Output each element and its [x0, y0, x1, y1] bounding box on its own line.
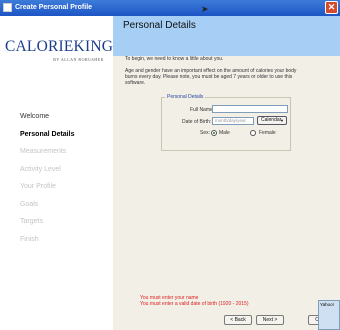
window-titlebar[interactable]: Create Personal Profile ✕ [0, 0, 340, 16]
window-title: Create Personal Profile [15, 4, 93, 11]
calendar-dropdown[interactable]: Calendar ▼ [257, 116, 287, 125]
wizard-sidebar: CALORIEKING BY ALLAN BORUSHEK Welcome Pe… [0, 16, 113, 330]
male-radio[interactable] [211, 130, 217, 136]
close-icon[interactable]: ✕ [325, 1, 338, 14]
validation-errors: You must enter your name You must enter … [140, 295, 249, 307]
personal-details-group: Personal Details Full Name: Date of Birt… [161, 94, 291, 151]
logo-wordmark: CALORIEKING [5, 38, 114, 55]
step-welcome: Welcome [20, 113, 50, 120]
step-finish: Finish [20, 235, 39, 243]
page-title: Personal Details [123, 20, 196, 31]
sex-label: Sex: [200, 130, 211, 136]
page-header: Personal Details [113, 16, 340, 56]
dob-input[interactable]: month/day/year [212, 117, 254, 125]
step-personal-details: Personal Details [20, 130, 75, 138]
calorieking-logo: CALORIEKING BY ALLAN BORUSHEK [5, 38, 114, 62]
full-name-input[interactable] [212, 105, 288, 113]
chevron-down-icon: ▼ [280, 118, 284, 123]
logo-subtitle: BY ALLAN BORUSHEK [53, 57, 104, 62]
full-name-label: Full Name: [190, 107, 215, 113]
error-dob: You must enter a valid date of birth (19… [140, 301, 249, 307]
wizard-steps: Welcome Personal Details Measurements Ac… [20, 113, 74, 253]
female-label: Female [259, 130, 276, 136]
next-button[interactable]: Next > [256, 315, 284, 325]
calendar-label: Calendar [261, 117, 282, 123]
intro-note: Age and gender have an important effect … [125, 68, 297, 87]
back-button[interactable]: < Back [224, 315, 252, 325]
intro-text: To begin, we need to know a little about… [125, 56, 224, 62]
male-label: Male [219, 130, 230, 136]
mouse-cursor-icon: ➤ [201, 4, 209, 14]
yahoo-tray-popup[interactable]: Yahoo! [318, 300, 340, 330]
step-activity-level: Activity Level [20, 165, 61, 173]
group-legend: Personal Details [165, 94, 206, 100]
app-icon [3, 3, 12, 12]
step-measurements: Measurements [20, 148, 67, 155]
step-targets: Targets [20, 218, 43, 225]
main-content: To begin, we need to know a little about… [113, 56, 340, 330]
step-your-profile: Your Profile [20, 183, 56, 190]
female-radio[interactable] [250, 130, 256, 136]
dob-label: Date of Birth: [182, 119, 212, 125]
step-goals: Goals [20, 200, 39, 208]
